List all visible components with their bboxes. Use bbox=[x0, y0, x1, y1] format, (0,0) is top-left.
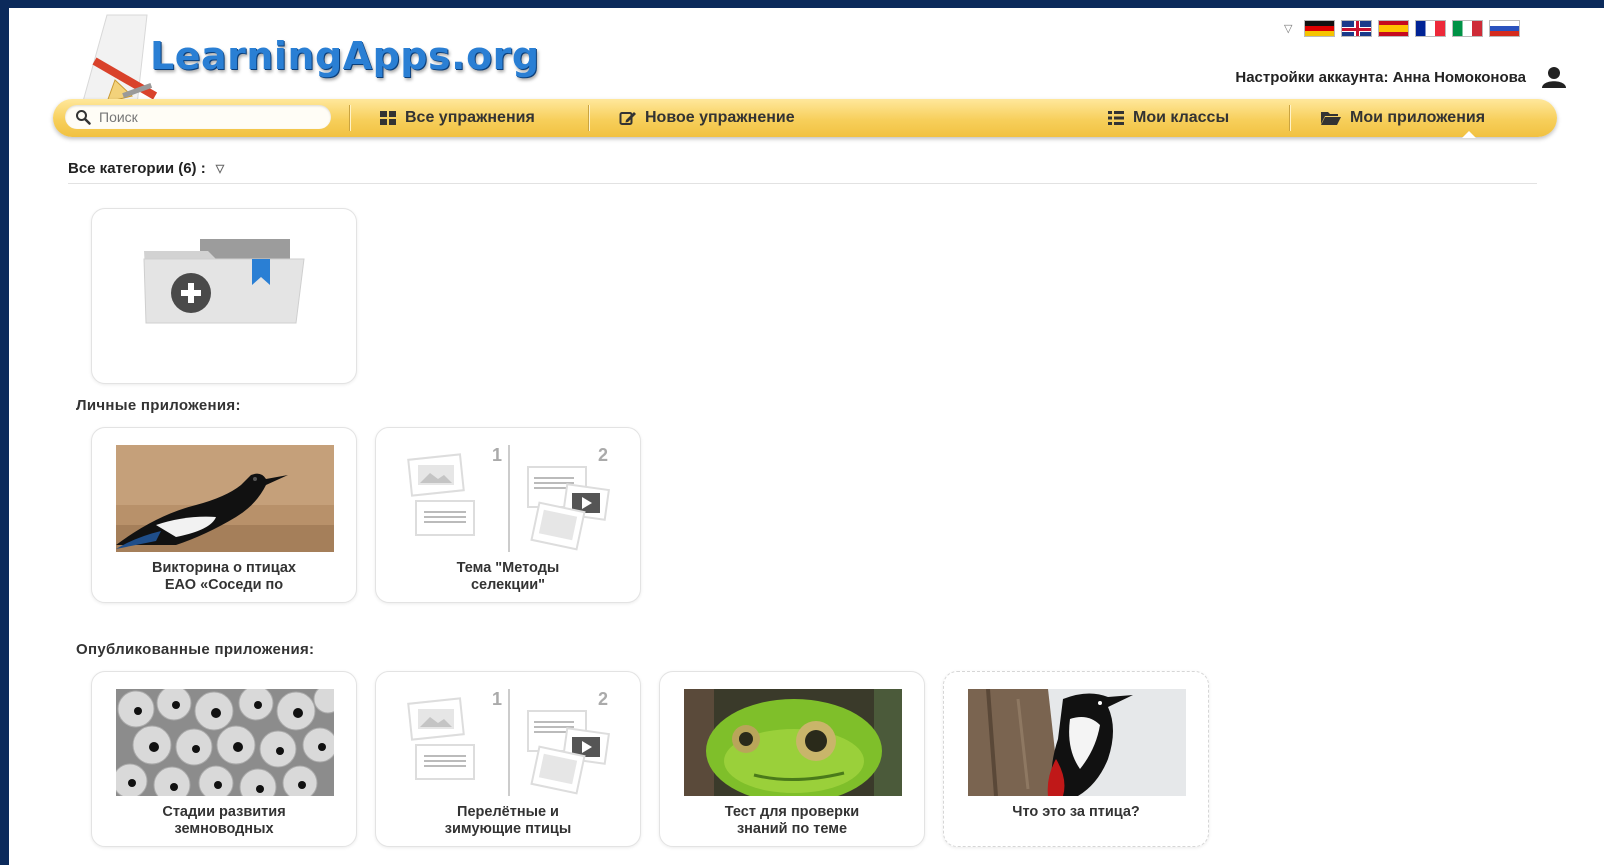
account-label[interactable]: Настройки аккаунта: Анна Номоконова bbox=[1235, 69, 1526, 86]
app-thumbnail-magpie bbox=[116, 445, 334, 552]
nav-new-exercise[interactable]: Новое упражнение bbox=[619, 99, 795, 137]
section-title-published: Опубликованные приложения: bbox=[76, 641, 315, 658]
flag-italy-icon[interactable] bbox=[1452, 20, 1484, 37]
caret-down-icon[interactable]: ▽ bbox=[216, 162, 224, 175]
app-title: Тема "Методы селекции" bbox=[386, 560, 630, 594]
flag-russia-icon[interactable] bbox=[1489, 20, 1521, 37]
app-title-line: Викторина о птицах bbox=[152, 560, 296, 576]
app-title-line: земноводных bbox=[174, 821, 274, 837]
app-title-line: Тема "Методы bbox=[456, 560, 560, 576]
grid-icon bbox=[380, 111, 396, 125]
app-title: Тест для проверки знаний по теме bbox=[670, 804, 914, 838]
app-card[interactable]: Тест для проверки знаний по теме bbox=[659, 671, 925, 847]
nav-divider bbox=[588, 105, 589, 131]
divider bbox=[68, 183, 1537, 184]
section-title-personal: Личные приложения: bbox=[76, 397, 241, 414]
active-tab-indicator bbox=[1462, 131, 1476, 138]
nav-my-apps[interactable]: Мои приложения bbox=[1320, 99, 1485, 137]
user-icon[interactable] bbox=[1540, 66, 1568, 88]
app-title: Викторина о птицах ЕАО «Соседи по bbox=[102, 560, 346, 594]
categories-label[interactable]: Все категории (6) : bbox=[68, 160, 206, 177]
flag-spain-icon[interactable] bbox=[1378, 20, 1410, 37]
nav-my-classes[interactable]: Мои классы bbox=[1107, 99, 1229, 137]
nav-new-exercise-label: Новое упражнение bbox=[645, 109, 795, 126]
caret-down-icon[interactable]: ▽ bbox=[1284, 22, 1292, 35]
language-selector[interactable]: ▽ bbox=[1284, 20, 1521, 37]
app-card[interactable]: Стадии развития земноводных bbox=[91, 671, 357, 847]
flag-uk-icon[interactable] bbox=[1341, 20, 1373, 37]
app-thumbnail-woodpecker bbox=[968, 689, 1186, 796]
page: LearningApps.org ▽ Настройки аккаунта: А… bbox=[9, 8, 1604, 865]
app-card[interactable]: Викторина о птицах ЕАО «Соседи по bbox=[91, 427, 357, 603]
app-thumbnail-frog-eggs bbox=[116, 689, 334, 796]
step-number: 2 bbox=[598, 445, 609, 465]
step-number: 1 bbox=[492, 445, 503, 465]
app-card[interactable]: 1 2 Тема "Методы селекции" bbox=[375, 427, 641, 603]
nav-divider bbox=[349, 105, 350, 131]
add-folder-icon bbox=[143, 239, 305, 324]
nav-divider bbox=[1289, 105, 1290, 131]
app-thumbnail-placeholder: 1 2 bbox=[400, 445, 618, 552]
folder-open-icon bbox=[1321, 112, 1341, 125]
search-box[interactable] bbox=[65, 105, 331, 129]
search-icon bbox=[76, 110, 91, 125]
app-title: Стадии развития земноводных bbox=[102, 804, 346, 838]
app-title-line: Что это за птица? bbox=[1012, 804, 1140, 820]
logo-text: LearningApps.org bbox=[150, 34, 540, 78]
nav-all-exercises-label: Все упражнения bbox=[405, 109, 535, 126]
account-settings[interactable]: Настройки аккаунта: Анна Номоконова bbox=[1235, 66, 1568, 88]
flag-france-icon[interactable] bbox=[1415, 20, 1447, 37]
app-card[interactable]: Что это за птица? bbox=[943, 671, 1209, 847]
nav-all-exercises[interactable]: Все упражнения bbox=[379, 99, 535, 137]
list-icon bbox=[1108, 111, 1124, 125]
app-card[interactable]: 1 2 Перелётные и зимующие птицы bbox=[375, 671, 641, 847]
logo[interactable]: LearningApps.org bbox=[77, 10, 597, 105]
main-navbar: Все упражнения Новое упражнение Мои клас… bbox=[53, 99, 1557, 138]
edit-icon bbox=[619, 112, 636, 125]
step-number: 1 bbox=[492, 689, 503, 709]
app-title-line: знаний по теме bbox=[736, 821, 848, 837]
app-title-line: зимующие птицы bbox=[444, 821, 572, 837]
new-category-card[interactable] bbox=[91, 208, 357, 384]
app-title-line: Стадии развития bbox=[162, 804, 286, 820]
categories-filter[interactable]: Все категории (6) : ▽ bbox=[68, 160, 224, 177]
app-title: Перелётные и зимующие птицы bbox=[386, 804, 630, 838]
app-thumbnail-frog bbox=[684, 689, 902, 796]
nav-my-classes-label: Мои классы bbox=[1133, 109, 1230, 126]
search-input[interactable] bbox=[97, 108, 321, 126]
nav-my-apps-label: Мои приложения bbox=[1350, 109, 1486, 126]
app-title: Что это за птица? bbox=[954, 804, 1198, 821]
app-thumbnail-placeholder: 1 2 bbox=[400, 689, 618, 796]
app-title-line: селекции" bbox=[470, 577, 546, 593]
app-title-line: Перелётные и bbox=[457, 804, 559, 820]
flag-german-icon[interactable] bbox=[1304, 20, 1336, 37]
app-title-line: ЕАО «Соседи по bbox=[164, 577, 284, 593]
app-title-line: Тест для проверки bbox=[724, 804, 860, 820]
step-number: 2 bbox=[598, 689, 609, 709]
